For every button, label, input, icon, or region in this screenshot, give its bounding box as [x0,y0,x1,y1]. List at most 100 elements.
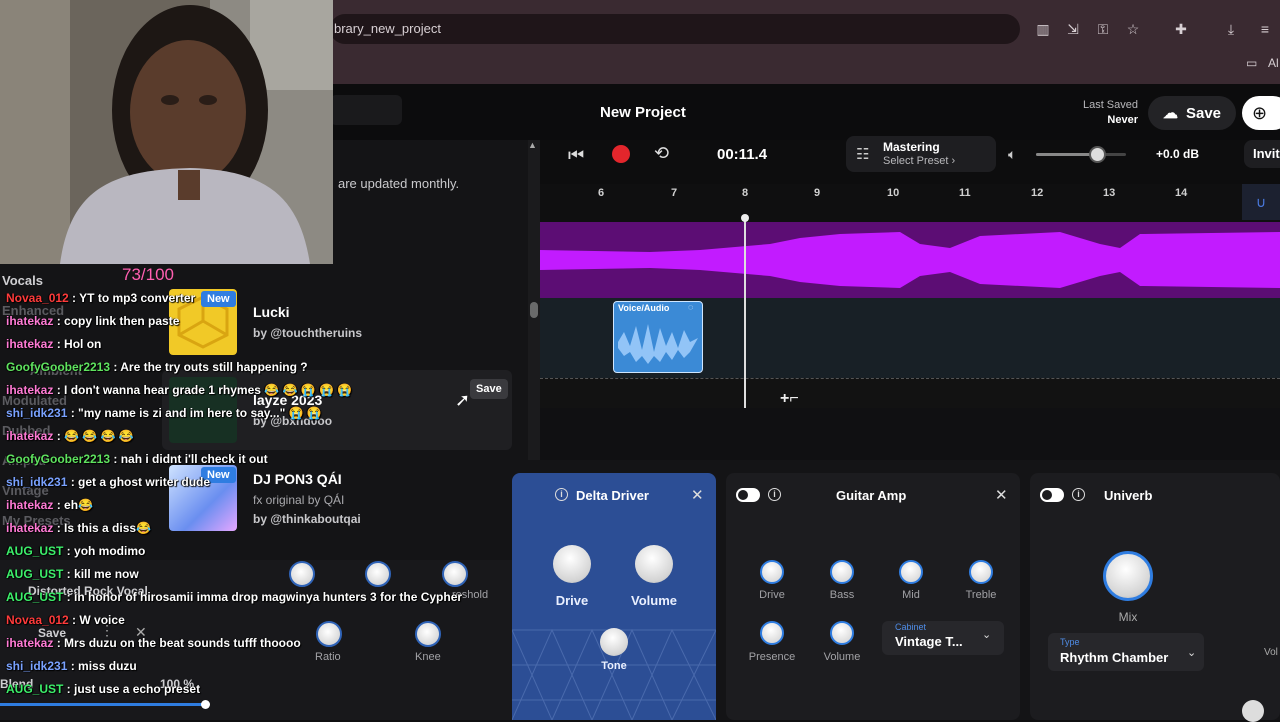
clip-options-icon[interactable]: ◌ [688,302,693,312]
mastering-title: Mastering [883,140,940,154]
address-bar-text[interactable]: brary_new_project [334,21,441,36]
share-globe-button[interactable]: ⊕ [1242,96,1280,130]
univerb-panel [1030,473,1280,720]
mix-label: Mix [1118,610,1138,624]
chat-username: AUG_UST [6,567,64,581]
chat-text: Hol on [64,337,102,351]
sliders-icon: ☷ [856,146,870,163]
chat-separator: : [53,429,65,443]
timeline-ruler[interactable] [540,184,1280,208]
guitar-drive-knob[interactable] [760,560,784,584]
chat-message: Novaa_012 : W voice [6,613,125,627]
chat-message: shi_idk231 : "my name is zi and im here … [6,406,322,420]
cabinet-value: Vintage T... [895,634,963,649]
chat-username: Novaa_012 [6,291,69,305]
record-button[interactable] [612,145,630,163]
chat-separator: : [63,544,75,558]
chat-text: I don't wanna hear grade 1 rhymes 😂 😂 😭 … [64,383,353,397]
playhead-handle[interactable] [741,214,749,222]
download-icon[interactable]: ⤓ [1222,20,1240,38]
chat-message: ihatekaz : Mrs duzu on the beat sounds t… [6,636,301,650]
volume-label: Volume [631,593,677,608]
chat-separator: : [68,291,80,305]
bookmarks-folder-icon[interactable]: ▭ [1246,56,1257,70]
library-search-box[interactable] [330,95,402,125]
bookmarks-all-label[interactable]: Al [1268,56,1279,70]
guitar-amp-title: Guitar Amp [836,488,907,503]
scroll-up-icon[interactable]: ▲ [528,140,537,150]
chat-message: ihatekaz : I don't wanna hear grade 1 rh… [6,383,352,397]
info-icon[interactable]: i [1072,488,1085,501]
skip-back-icon[interactable]: ⏮ [568,145,590,165]
tone-knob[interactable] [600,628,628,656]
treble-label: Treble [965,589,997,601]
univerb-toggle[interactable] [1040,488,1064,502]
chat-text: eh😂 [64,498,93,512]
chat-text: 😂 😂 😂 😂 [64,429,134,443]
guitar-drive-label: Drive [759,589,785,601]
chat-username: AUG_UST [6,590,64,604]
volume-knob[interactable] [635,545,673,583]
close-icon[interactable]: ✕ [995,486,1008,504]
chat-message: shi_idk231 : get a ghost writer dude [6,475,210,489]
track-lane-empty[interactable] [540,378,1280,408]
chat-separator: : [67,659,79,673]
globe-icon: ⊕ [1252,103,1268,123]
loop-icon[interactable]: ⟲ [654,143,669,164]
chat-separator: : [53,636,65,650]
chat-text: Is this a diss😂 [64,521,152,535]
music-waveform [540,232,1280,288]
info-icon[interactable]: i [768,488,781,501]
chat-text: nah i didnt i'll check it out [120,452,268,466]
password-key-icon[interactable]: ⚿ [1094,20,1112,38]
chat-username: ihatekaz [6,521,54,535]
track-lane-music[interactable] [540,222,1280,298]
guitar-amp-toggle[interactable] [736,488,760,502]
add-track-cursor-icon: +⌐ [780,390,799,407]
extensions-icon[interactable]: ✚ [1172,20,1190,38]
install-app-icon[interactable]: ⇲ [1064,20,1082,38]
speaker-icon[interactable]: 🔈︎ [1008,146,1016,163]
mid-knob[interactable] [899,560,923,584]
chat-username: GoofyGoober2213 [6,452,111,466]
guitar-volume-knob[interactable] [830,621,854,645]
chat-message: GoofyGoober2213 : Are the try outs still… [6,360,308,374]
chat-separator: : [63,682,75,696]
master-volume-handle[interactable] [1089,146,1106,163]
chat-separator: : [63,567,75,581]
ruler-tick: 11 [959,187,971,199]
chat-text: miss duzu [78,659,137,673]
magnet-snap-icon[interactable]: ∪ [1242,184,1280,220]
chat-text: get a ghost writer dude [78,475,211,489]
chat-text: yoh modimo [74,544,146,558]
corner-knob[interactable] [1242,700,1264,722]
chat-username: shi_idk231 [6,475,68,489]
close-icon[interactable]: ✕ [691,486,704,504]
bass-knob[interactable] [830,560,854,584]
ruler-tick: 14 [1175,187,1188,199]
chat-username: ihatekaz [6,636,54,650]
chat-message: Novaa_012 : YT to mp3 converter [6,291,195,305]
chat-message: shi_idk231 : miss duzu [6,659,137,673]
ruler-tick: 12 [1031,187,1044,199]
treble-knob[interactable] [969,560,993,584]
bookmark-star-icon[interactable]: ☆ [1124,20,1142,38]
browser-menu-icon[interactable]: ≡ [1256,20,1274,38]
cabinet-label: Cabinet [895,622,927,632]
chat-message: AUG_UST : just use a echo preset [6,682,200,696]
save-button[interactable]: ☁ Save [1148,96,1236,130]
reading-mode-icon[interactable]: ▥ [1034,20,1052,38]
invite-button[interactable]: Invit [1244,140,1280,168]
mid-label: Mid [902,589,920,601]
chat-message: ihatekaz : Hol on [6,337,101,351]
mix-knob[interactable] [1103,551,1153,601]
ruler-tick: 10 [887,187,900,199]
project-title[interactable]: New Project [600,104,686,121]
presence-knob[interactable] [760,621,784,645]
chat-message: AUG_UST : in honor of hirosamii imma dro… [6,590,462,604]
chat-message: ihatekaz : Is this a diss😂 [6,521,151,535]
chat-separator: : [63,590,75,604]
chat-text: just use a echo preset [74,682,201,696]
playhead[interactable] [744,218,746,408]
chat-username: shi_idk231 [6,406,68,420]
